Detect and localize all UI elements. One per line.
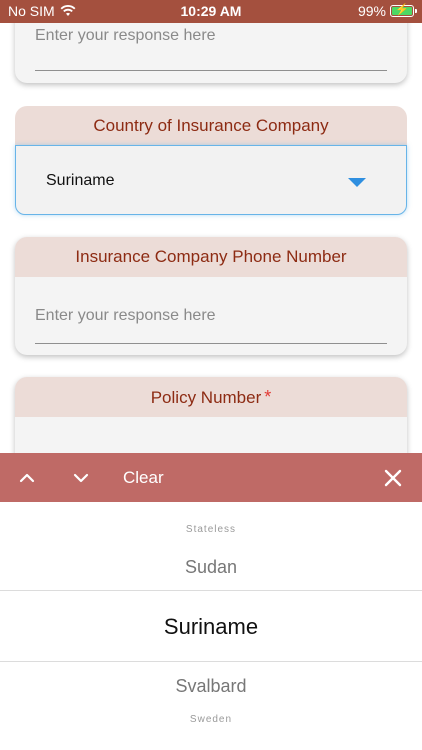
input-underline <box>35 343 387 344</box>
policy-card-header: Policy Number * <box>15 377 407 417</box>
status-bar: No SIM 10:29 AM 99% ⚡ <box>0 0 422 23</box>
close-picker-button[interactable] <box>378 453 408 502</box>
clear-button[interactable]: Clear <box>123 453 164 502</box>
close-icon <box>384 469 402 486</box>
dropdown-caret-icon <box>348 178 366 187</box>
next-field-button[interactable] <box>66 453 96 502</box>
country-selected-value: Suriname <box>46 172 115 189</box>
picker-option[interactable]: Sudan <box>0 557 422 578</box>
picker-option-selected[interactable]: Suriname <box>0 614 422 640</box>
battery-percent: 99% <box>357 3 386 19</box>
chevron-down-icon <box>73 473 89 482</box>
battery-icon: ⚡ <box>390 4 417 17</box>
response-input[interactable]: Enter your response here <box>35 27 216 45</box>
policy-card: Policy Number * <box>15 377 407 453</box>
picker-option[interactable]: Stateless <box>0 524 422 535</box>
country-card-title: Country of Insurance Company <box>15 106 407 146</box>
country-select[interactable]: Suriname <box>15 145 407 215</box>
country-card: Country of Insurance Company Suriname <box>15 106 407 216</box>
picker-option[interactable]: Sweden <box>0 714 422 725</box>
picker-option[interactable]: Svalbard <box>0 676 422 697</box>
previous-field-button[interactable] <box>12 453 42 502</box>
phone-input[interactable]: Enter your response here <box>35 307 216 325</box>
phone-card: Insurance Company Phone Number Enter you… <box>15 237 407 355</box>
country-picker-wheel[interactable]: Stateless Sudan Suriname Svalbard Sweden <box>0 502 422 750</box>
picker-selection-bottom-line <box>0 661 422 662</box>
policy-card-title: Policy Number <box>150 388 262 407</box>
picker-selection-top-line <box>0 590 422 591</box>
input-underline <box>35 70 387 71</box>
phone-card-title: Insurance Company Phone Number <box>15 237 407 277</box>
status-right: 99% ⚡ <box>357 3 417 19</box>
form-scroll-area[interactable]: Enter your response here Country of Insu… <box>0 23 422 453</box>
charging-bolt-icon: ⚡ <box>395 4 409 16</box>
required-marker: * <box>264 387 272 407</box>
chevron-up-icon <box>19 473 35 482</box>
response-card: Enter your response here <box>15 23 407 83</box>
picker-toolbar: Clear <box>0 453 422 502</box>
phone-field[interactable]: Enter your response here <box>15 277 407 355</box>
